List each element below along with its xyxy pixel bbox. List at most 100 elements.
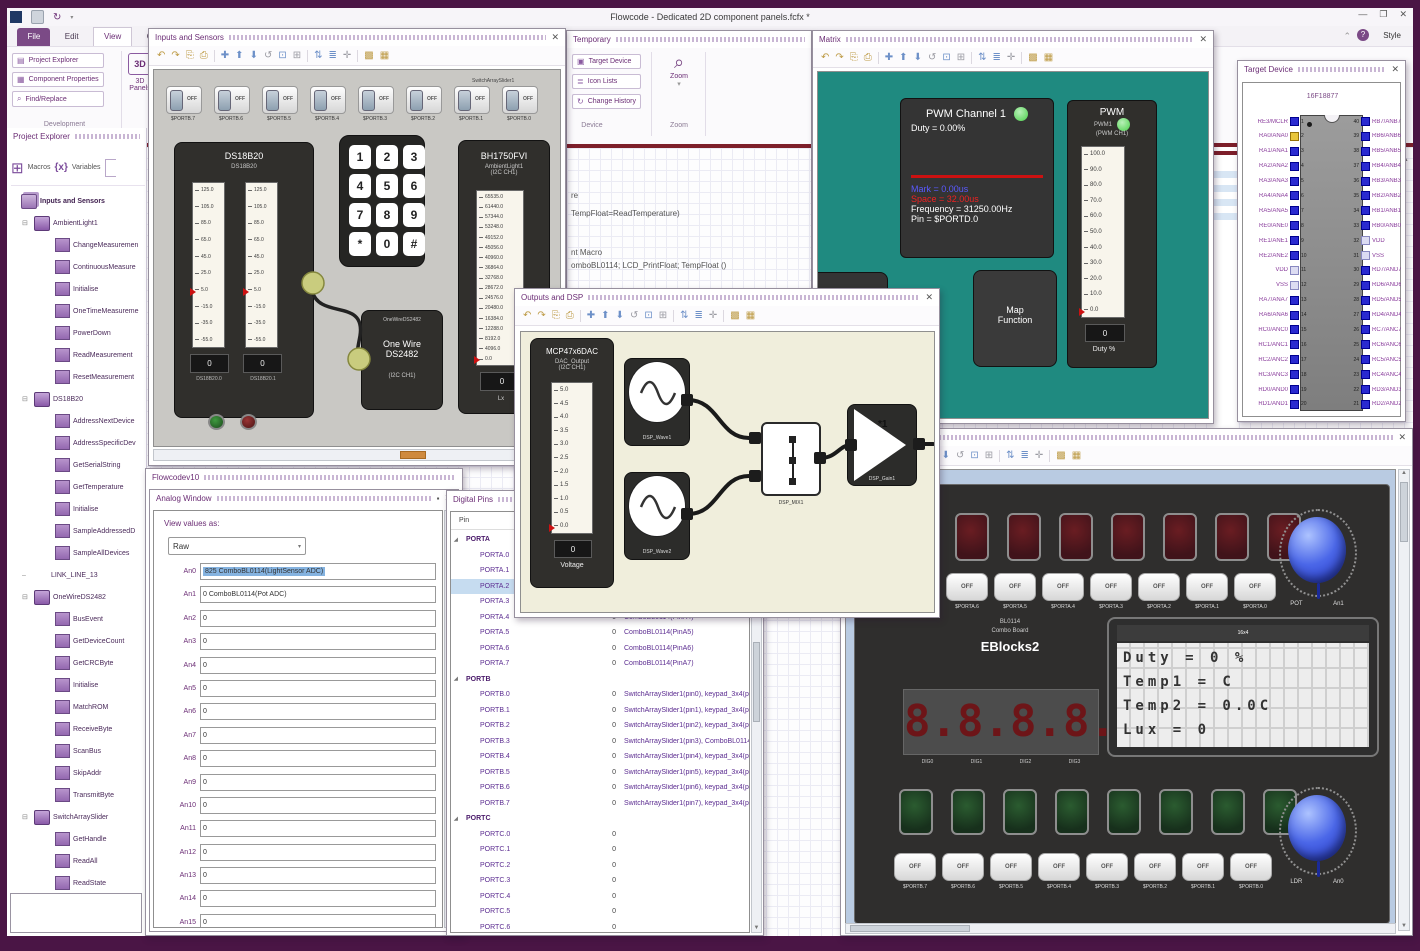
tree-item[interactable]: SampleAddressedD bbox=[9, 520, 145, 542]
analog-value-field[interactable]: 0 bbox=[200, 890, 436, 908]
portb-button[interactable]: OFF bbox=[1134, 853, 1176, 881]
porta-button[interactable]: OFF bbox=[994, 573, 1036, 601]
porta-button[interactable]: OFF bbox=[1138, 573, 1180, 601]
toolbar-icon[interactable]: ⎙ bbox=[200, 50, 208, 61]
maximize-button[interactable]: ❐ bbox=[1379, 9, 1387, 20]
tree-item[interactable]: GetSerialString bbox=[9, 454, 145, 476]
chip-pin[interactable]: 29 RD6/AND6 bbox=[1347, 280, 1401, 290]
toolbar-icon[interactable]: ⬆ bbox=[899, 52, 907, 63]
digital-pin-row[interactable]: ◢ PORTB bbox=[451, 672, 749, 688]
tree-item[interactable]: BusEvent bbox=[9, 608, 145, 630]
chip-pin[interactable]: 25 RC6/ANC6 bbox=[1347, 340, 1401, 350]
toolbar-icon[interactable]: ⊡ bbox=[278, 50, 286, 61]
toolbar-icon[interactable]: ▩ bbox=[1056, 450, 1065, 461]
toolbar-icon[interactable] bbox=[971, 51, 973, 64]
toolbar-icon[interactable] bbox=[1021, 51, 1023, 64]
chip-pin[interactable]: RE0/ANE0 8 bbox=[1245, 221, 1313, 231]
ribbon-view-item[interactable]: ≣ Icon Lists bbox=[572, 74, 641, 89]
chevron-up-icon[interactable]: ⌃ bbox=[1343, 31, 1351, 42]
chip-pin[interactable]: RE2/ANE2 10 bbox=[1245, 251, 1313, 261]
toolbar-icon[interactable]: ↺ bbox=[956, 450, 964, 461]
close-icon[interactable]: ✕ bbox=[1199, 35, 1207, 44]
tab-view[interactable]: View bbox=[93, 27, 133, 46]
tree-expander[interactable]: ⊟ bbox=[22, 219, 31, 227]
porta-button[interactable]: OFF bbox=[1186, 573, 1228, 601]
tree-item[interactable]: Initialise bbox=[9, 498, 145, 520]
toolbar-icon[interactable]: ↷ bbox=[835, 52, 843, 63]
toolbar-icon[interactable] bbox=[999, 449, 1001, 462]
tab-macros[interactable]: Macros bbox=[28, 164, 51, 171]
chip-pin[interactable]: RA6/ANA6 14 bbox=[1245, 310, 1313, 320]
switch-lever[interactable] bbox=[362, 90, 375, 111]
tree-item[interactable]: SkipAddr bbox=[9, 762, 145, 784]
toolbar-icon[interactable] bbox=[357, 49, 359, 62]
chip-pin[interactable]: RA1/ANA1 3 bbox=[1245, 146, 1313, 156]
toolbar-icon[interactable] bbox=[673, 309, 675, 322]
style-button[interactable]: Style bbox=[1383, 31, 1401, 40]
toolbar-icon[interactable]: ⊡ bbox=[970, 450, 978, 461]
toolbar-icon[interactable]: ⇅ bbox=[680, 310, 688, 321]
switch[interactable]: OFF $PORTB.3 bbox=[358, 86, 394, 122]
outputs-titlebar[interactable]: Outputs and DSP ✕ bbox=[515, 289, 939, 306]
chip-pin[interactable]: RA5/ANA5 7 bbox=[1245, 206, 1313, 216]
macros-icon[interactable]: ⊞ bbox=[11, 159, 24, 177]
tree-item[interactable]: ResetMeasurement bbox=[9, 366, 145, 388]
chip-pin[interactable]: 22 RD3/AND3 bbox=[1347, 385, 1401, 395]
chip-pin[interactable]: VDD 11 bbox=[1245, 265, 1313, 275]
ribbon-view-item[interactable]: ↻ Change History bbox=[572, 94, 641, 109]
chip-pin[interactable]: RC1/ANC1 16 bbox=[1245, 340, 1313, 350]
analog-value-field[interactable]: 0 bbox=[200, 913, 436, 927]
chip-pin[interactable]: 24 RC5/ANC5 bbox=[1347, 355, 1401, 365]
porta-button[interactable]: OFF bbox=[1042, 573, 1084, 601]
toolbar-icon[interactable]: ⬇ bbox=[250, 50, 258, 61]
toolbar-icon[interactable]: ▩ bbox=[364, 50, 373, 61]
tree-item[interactable]: ⊟ OneWireDS2482 bbox=[9, 586, 145, 608]
minimize-button[interactable]: — bbox=[1358, 9, 1367, 20]
toolbar-icon[interactable]: ▦ bbox=[746, 310, 755, 321]
row-expander-icon[interactable]: ◢ bbox=[451, 676, 464, 682]
close-icon[interactable]: ✕ bbox=[1398, 433, 1406, 442]
keypad-key[interactable]: 8 bbox=[376, 203, 398, 227]
ribbon-button[interactable]: ⌕ Find/Replace bbox=[12, 91, 104, 107]
toolbar-icon[interactable]: ⊞ bbox=[293, 50, 301, 61]
toolbar-icon[interactable]: ⎘ bbox=[850, 52, 858, 63]
chip-pin[interactable]: 36 RB3/ANB3 bbox=[1347, 176, 1401, 186]
toolbar-icon[interactable]: ≣ bbox=[695, 310, 703, 321]
tree-item[interactable]: AddressNextDevice bbox=[9, 410, 145, 432]
tree-item[interactable]: Initialise bbox=[9, 278, 145, 300]
target-titlebar[interactable]: Target Device ✕ bbox=[1238, 61, 1405, 78]
tree-item[interactable]: TransmitByte bbox=[9, 784, 145, 806]
tree-item[interactable]: ContinuousMeasure bbox=[9, 256, 145, 278]
toolbar-icon[interactable]: ⎘ bbox=[552, 310, 560, 321]
chip-pin[interactable]: 28 RD5/AND5 bbox=[1347, 295, 1401, 305]
variables-icon[interactable]: {x} bbox=[55, 162, 68, 173]
toolbar-icon[interactable]: ⬇ bbox=[942, 450, 950, 461]
digital-pin-row[interactable]: PORTB.5 0 SwitchArraySlider1(pin5), keyp… bbox=[451, 765, 749, 781]
analog-value-field[interactable]: 0 bbox=[200, 609, 436, 627]
switch-lever[interactable] bbox=[170, 90, 183, 111]
toolbar-icon[interactable]: ⎙ bbox=[566, 310, 574, 321]
temporary-titlebar[interactable]: Temporary bbox=[567, 31, 811, 48]
digital-pin-row[interactable]: PORTA.7 0 ComboBL0114(PinA7) bbox=[451, 656, 749, 672]
toolbar-icon[interactable]: ⬇ bbox=[914, 52, 922, 63]
switch[interactable]: OFF $PORTB.4 bbox=[310, 86, 346, 122]
toolbar-icon[interactable]: ↺ bbox=[928, 52, 936, 63]
tree-item[interactable]: SampleAllDevices bbox=[9, 542, 145, 564]
chip-pin[interactable]: 35 RB2/ANB2 bbox=[1347, 191, 1401, 201]
tree-expander[interactable]: ⊟ bbox=[22, 395, 31, 403]
chip-pin[interactable]: RA4/ANA4 6 bbox=[1245, 191, 1313, 201]
toolbar-icon[interactable]: ✚ bbox=[587, 310, 595, 321]
zoom-button[interactable]: ⌕ Zoom ▾ bbox=[657, 52, 701, 88]
tab-edit[interactable]: Edit bbox=[55, 28, 89, 46]
portb-button[interactable]: OFF bbox=[942, 853, 984, 881]
analog-value-field[interactable]: 0 bbox=[200, 703, 436, 721]
analog-value-field[interactable]: 0 bbox=[200, 633, 436, 651]
toolbar-icon[interactable]: ⊞ bbox=[985, 450, 993, 461]
toolbar-icon[interactable]: ⊡ bbox=[942, 52, 950, 63]
keypad-key[interactable]: 7 bbox=[349, 203, 371, 227]
digital-pin-row[interactable]: PORTC.4 0 bbox=[451, 889, 749, 905]
chip-pin[interactable]: RC2/ANC2 17 bbox=[1245, 355, 1313, 365]
close-icon[interactable]: ✕ bbox=[925, 293, 933, 302]
keypad-key[interactable]: 2 bbox=[376, 145, 398, 169]
toolbar-icon[interactable]: ↶ bbox=[523, 310, 531, 321]
